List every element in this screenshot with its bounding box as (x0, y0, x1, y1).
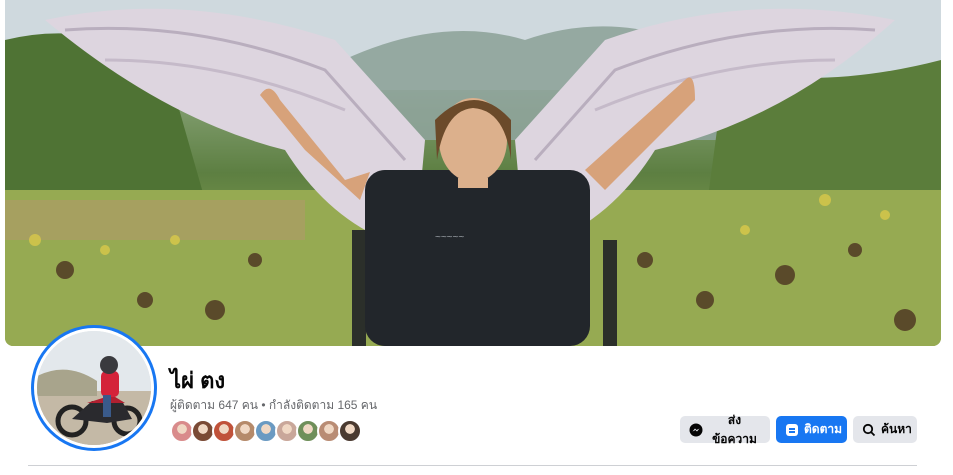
avatar-image (37, 331, 151, 445)
follow-label: ติดตาม (804, 422, 843, 436)
send-message-button[interactable]: ส่งข้อความ (680, 413, 770, 446)
stats-separator: • (261, 398, 266, 412)
follow-button[interactable]: ติดตาม (776, 416, 847, 443)
search-icon (862, 423, 876, 437)
follower-avatars (170, 419, 362, 443)
search-label: ค้นหา (881, 422, 912, 436)
follow-stats: ผู้ติดตาม 647 คน • กำลังติดตาม 165 คน (170, 396, 377, 415)
profile-avatar[interactable] (31, 325, 157, 451)
follow-icon (785, 423, 799, 437)
cover-photo[interactable]: ~~~~~ (5, 0, 941, 346)
avatar-scene (37, 331, 151, 445)
friend-avatar[interactable] (338, 419, 362, 443)
profile-page: ~~~~~ ไผ่ ตง ผู้ติดตาม 647 คน • กำลังติด… (0, 0, 953, 475)
svg-text:~~~~~: ~~~~~ (435, 232, 464, 243)
followers-count[interactable]: ผู้ติดตาม 647 คน (170, 398, 258, 412)
section-divider (28, 465, 917, 466)
search-button[interactable]: ค้นหา (853, 416, 917, 443)
cover-photo-scene: ~~~~~ (5, 0, 941, 346)
send-message-label: ส่งข้อความ (712, 412, 757, 446)
profile-name: ไผ่ ตง (170, 368, 226, 393)
avatar-border (34, 328, 154, 448)
messenger-icon (689, 423, 703, 437)
following-count[interactable]: กำลังติดตาม 165 คน (269, 398, 377, 412)
